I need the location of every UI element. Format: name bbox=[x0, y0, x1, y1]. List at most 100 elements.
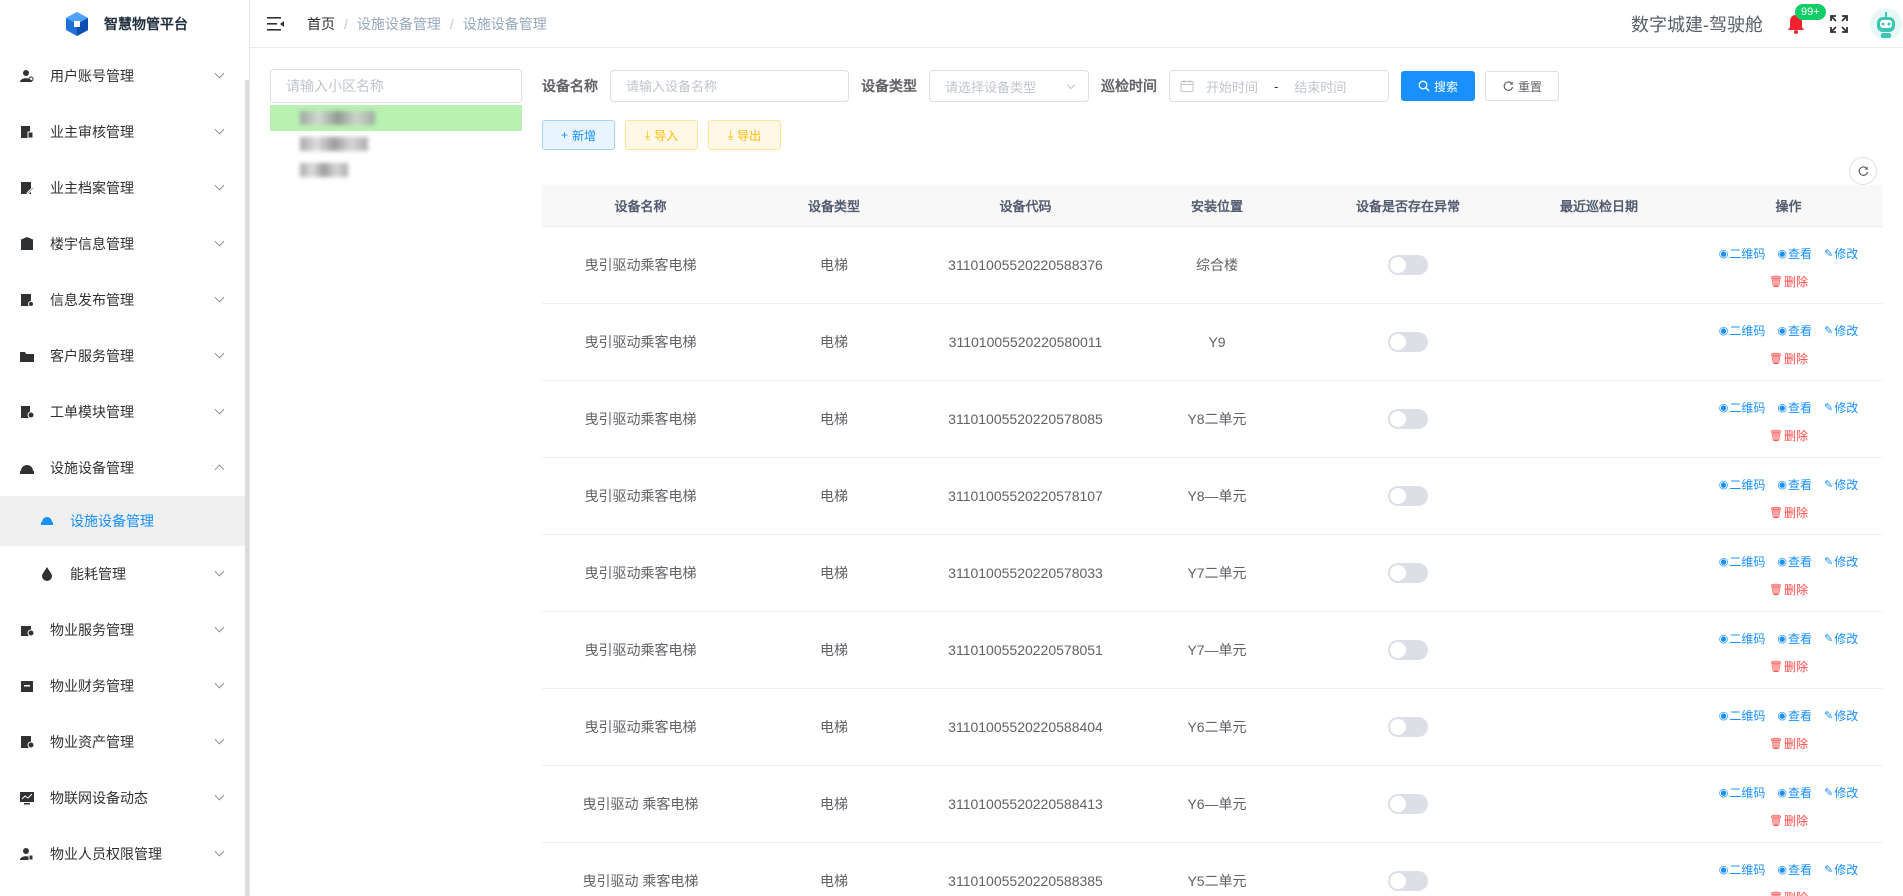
qrcode-button[interactable]: ◉ 二维码 bbox=[1719, 476, 1766, 493]
table-refresh-button[interactable] bbox=[1849, 157, 1877, 185]
view-label: 查看 bbox=[1787, 785, 1812, 800]
search-button[interactable]: 搜索 bbox=[1401, 71, 1475, 101]
abnormal-switch[interactable] bbox=[1388, 255, 1428, 275]
cell-install-location: Y7二单元 bbox=[1187, 565, 1247, 581]
abnormal-switch[interactable] bbox=[1388, 871, 1428, 891]
end-time-input[interactable]: 结束时间 bbox=[1294, 77, 1346, 96]
delete-button[interactable]: 🗑删除 bbox=[1769, 658, 1808, 675]
edit-button[interactable]: ✎ 修改 bbox=[1824, 707, 1858, 724]
qrcode-button[interactable]: ◉ 二维码 bbox=[1719, 322, 1766, 339]
op-row: 🗑删除 bbox=[1694, 350, 1883, 367]
delete-button[interactable]: 🗑删除 bbox=[1769, 889, 1808, 896]
sidebar-item-folder[interactable]: 客户服务管理 bbox=[0, 328, 245, 384]
view-button[interactable]: ◉ 查看 bbox=[1777, 322, 1812, 339]
delete-button[interactable]: 🗑删除 bbox=[1769, 273, 1808, 290]
device-type-placeholder: 请选择设备类型 bbox=[945, 79, 1037, 95]
community-search-input[interactable] bbox=[270, 69, 522, 103]
view-button[interactable]: ◉ 查看 bbox=[1777, 707, 1812, 724]
sidebar-item-iot[interactable]: 物联网设备动态 bbox=[0, 770, 245, 826]
edit-button[interactable]: ✎ 修改 bbox=[1824, 784, 1858, 801]
edit-button[interactable]: ✎ 修改 bbox=[1824, 322, 1858, 339]
sidebar-item-staff[interactable]: 物业人员权限管理 bbox=[0, 826, 245, 882]
view-button[interactable]: ◉ 查看 bbox=[1777, 630, 1812, 647]
delete-button[interactable]: 🗑删除 bbox=[1769, 427, 1808, 444]
view-button[interactable]: ◉ 查看 bbox=[1777, 399, 1812, 416]
abnormal-switch[interactable] bbox=[1388, 640, 1428, 660]
delete-button[interactable]: 🗑删除 bbox=[1769, 581, 1808, 598]
delete-button[interactable]: 🗑删除 bbox=[1769, 812, 1808, 829]
import-button[interactable]: ⤓ 导入 bbox=[625, 120, 698, 150]
export-button[interactable]: ⤓ 导出 bbox=[708, 120, 781, 150]
menu-toggle-icon[interactable] bbox=[267, 16, 285, 32]
qrcode-button[interactable]: ◉ 二维码 bbox=[1719, 553, 1766, 570]
trash-icon: 🗑 bbox=[1769, 891, 1783, 896]
sidebar-item-facility[interactable]: 设施设备管理 bbox=[0, 440, 245, 496]
sidebar-item-user[interactable]: 用户账号管理 bbox=[0, 48, 245, 104]
abnormal-switch[interactable] bbox=[1388, 409, 1428, 429]
user-avatar[interactable] bbox=[1869, 7, 1903, 41]
edit-button[interactable]: ✎ 修改 bbox=[1824, 245, 1858, 262]
qrcode-button[interactable]: ◉ 二维码 bbox=[1719, 399, 1766, 416]
abnormal-switch[interactable] bbox=[1388, 486, 1428, 506]
sidebar-item-facility-sub[interactable]: 设施设备管理 bbox=[0, 496, 245, 546]
sidebar-item-service[interactable]: 物业服务管理 bbox=[0, 602, 245, 658]
abnormal-switch[interactable] bbox=[1388, 563, 1428, 583]
device-type-select[interactable]: 请选择设备类型 bbox=[929, 70, 1089, 102]
sidebar-item-finance[interactable]: 物业财务管理 bbox=[0, 658, 245, 714]
abnormal-switch[interactable] bbox=[1388, 332, 1428, 352]
qrcode-button[interactable]: ◉ 二维码 bbox=[1719, 861, 1766, 878]
qrcode-button[interactable]: ◉ 二维码 bbox=[1719, 245, 1766, 262]
breadcrumb-home[interactable]: 首页 bbox=[307, 14, 335, 34]
abnormal-switch[interactable] bbox=[1388, 717, 1428, 737]
tree-node[interactable] bbox=[270, 131, 522, 157]
view-button[interactable]: ◉ 查看 bbox=[1777, 861, 1812, 878]
sidebar-item-archive[interactable]: 业主档案管理 bbox=[0, 160, 245, 216]
cell-device-type: 电梯 bbox=[820, 873, 848, 889]
add-button[interactable]: + 新增 bbox=[542, 120, 615, 150]
tree-node-selected[interactable] bbox=[270, 105, 522, 131]
sidebar-item-audit[interactable]: 业主审核管理 bbox=[0, 104, 245, 160]
delete-button[interactable]: 🗑删除 bbox=[1769, 504, 1808, 521]
edit-button[interactable]: ✎ 修改 bbox=[1824, 630, 1858, 647]
view-button[interactable]: ◉ 查看 bbox=[1777, 784, 1812, 801]
qrcode-label: 二维码 bbox=[1729, 323, 1766, 338]
device-name-label: 设备名称 bbox=[542, 78, 598, 94]
sidebar-item-publish[interactable]: 信息发布管理 bbox=[0, 272, 245, 328]
abnormal-switch[interactable] bbox=[1388, 794, 1428, 814]
sidebar-item-energy[interactable]: 能耗管理 bbox=[0, 546, 245, 602]
cell-abnormal bbox=[1312, 871, 1504, 891]
tree-node[interactable] bbox=[270, 157, 522, 183]
delete-button[interactable]: 🗑删除 bbox=[1769, 735, 1808, 752]
sidebar-item-building[interactable]: 楼宇信息管理 bbox=[0, 216, 245, 272]
cell-operations: ◉二维码 ◉查看 ✎修改 🗑删除 bbox=[1694, 689, 1883, 766]
qrcode-button[interactable]: ◉ 二维码 bbox=[1719, 707, 1766, 724]
cell-device-name: 曳引驱动 乘客电梯 bbox=[582, 873, 699, 889]
qrcode-button[interactable]: ◉ 二维码 bbox=[1719, 784, 1766, 801]
sidebar-item-workorder[interactable]: 工单模块管理 bbox=[0, 384, 245, 440]
qrcode-button[interactable]: ◉ 二维码 bbox=[1719, 630, 1766, 647]
edit-button[interactable]: ✎ 修改 bbox=[1824, 553, 1858, 570]
edit-icon: ✎ bbox=[1824, 555, 1834, 568]
fullscreen-icon[interactable] bbox=[1829, 14, 1849, 34]
notification-button[interactable]: 99+ bbox=[1785, 4, 1826, 35]
device-name-input[interactable] bbox=[610, 70, 849, 102]
op-row: ◉ 二维码 ◉ 查看 ✎ 修改 bbox=[1694, 784, 1883, 801]
sidebar-item-asset[interactable]: 物业资产管理 bbox=[0, 714, 245, 770]
edit-button[interactable]: ✎ 修改 bbox=[1824, 476, 1858, 493]
start-time-input[interactable]: 开始时间 bbox=[1206, 77, 1258, 96]
col-operations: 操作 bbox=[1775, 199, 1802, 214]
view-label: 查看 bbox=[1787, 323, 1812, 338]
view-button[interactable]: ◉ 查看 bbox=[1777, 476, 1812, 493]
edit-button[interactable]: ✎ 修改 bbox=[1824, 861, 1858, 878]
app-logo[interactable]: 智慧物管平台 bbox=[0, 0, 245, 48]
delete-button[interactable]: 🗑删除 bbox=[1769, 350, 1808, 367]
reset-button[interactable]: 重置 bbox=[1485, 71, 1559, 101]
inspection-date-range[interactable]: 开始时间 - 结束时间 bbox=[1169, 70, 1389, 102]
view-button[interactable]: ◉ 查看 bbox=[1777, 553, 1812, 570]
sidebar-scrollbar[interactable] bbox=[245, 80, 249, 896]
view-button[interactable]: ◉ 查看 bbox=[1777, 245, 1812, 262]
cockpit-link[interactable]: 数字城建-驾驶舱 bbox=[1631, 11, 1763, 37]
chevron-down-icon bbox=[214, 734, 225, 745]
cell-device-code: 31101005520220578107 bbox=[948, 488, 1103, 504]
edit-button[interactable]: ✎ 修改 bbox=[1824, 399, 1858, 416]
